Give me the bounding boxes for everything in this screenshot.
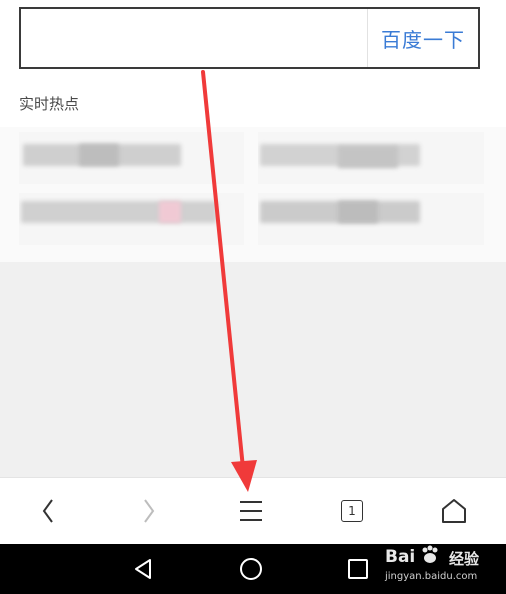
blurred-text (79, 144, 119, 166)
tabs-button[interactable]: 1 (322, 478, 382, 544)
menu-icon (240, 501, 262, 521)
blurred-text (338, 146, 398, 168)
hot-topics-panel (0, 127, 506, 262)
back-triangle-icon (135, 559, 151, 579)
search-input[interactable] (21, 9, 367, 67)
blurred-text (21, 201, 217, 223)
android-back-button[interactable] (113, 544, 173, 594)
hot-topic-item[interactable] (258, 132, 484, 184)
tabs-icon: 1 (341, 500, 363, 522)
forward-icon (144, 499, 155, 523)
search-button[interactable]: 百度一下 (368, 9, 478, 67)
blurred-text (338, 201, 378, 223)
android-home-button[interactable] (221, 544, 281, 594)
hot-topic-item[interactable] (19, 132, 244, 184)
recents-square-icon (348, 559, 368, 579)
home-button[interactable] (424, 478, 484, 544)
menu-button[interactable] (221, 478, 281, 544)
baidu-jingyan-watermark: Bai 经验 jingyan.baidu.com (385, 545, 505, 593)
forward-button[interactable] (119, 478, 179, 544)
hot-topics-title: 实时热点 (19, 95, 80, 113)
watermark-logo: Bai (385, 547, 416, 567)
home-circle-icon (240, 558, 262, 580)
paw-icon (422, 545, 438, 563)
android-recents-button[interactable] (328, 544, 388, 594)
search-box: 百度一下 (19, 7, 480, 69)
browser-toolbar: 1 (0, 477, 506, 544)
hot-topic-item[interactable] (258, 193, 484, 245)
content-background (0, 262, 506, 477)
blurred-text (159, 201, 181, 223)
hot-topic-item[interactable] (19, 193, 244, 245)
back-button[interactable] (18, 478, 78, 544)
watermark-brand: 经验 (449, 550, 480, 568)
back-icon (42, 499, 53, 523)
watermark-url: jingyan.baidu.com (385, 571, 478, 582)
home-icon (442, 499, 466, 523)
